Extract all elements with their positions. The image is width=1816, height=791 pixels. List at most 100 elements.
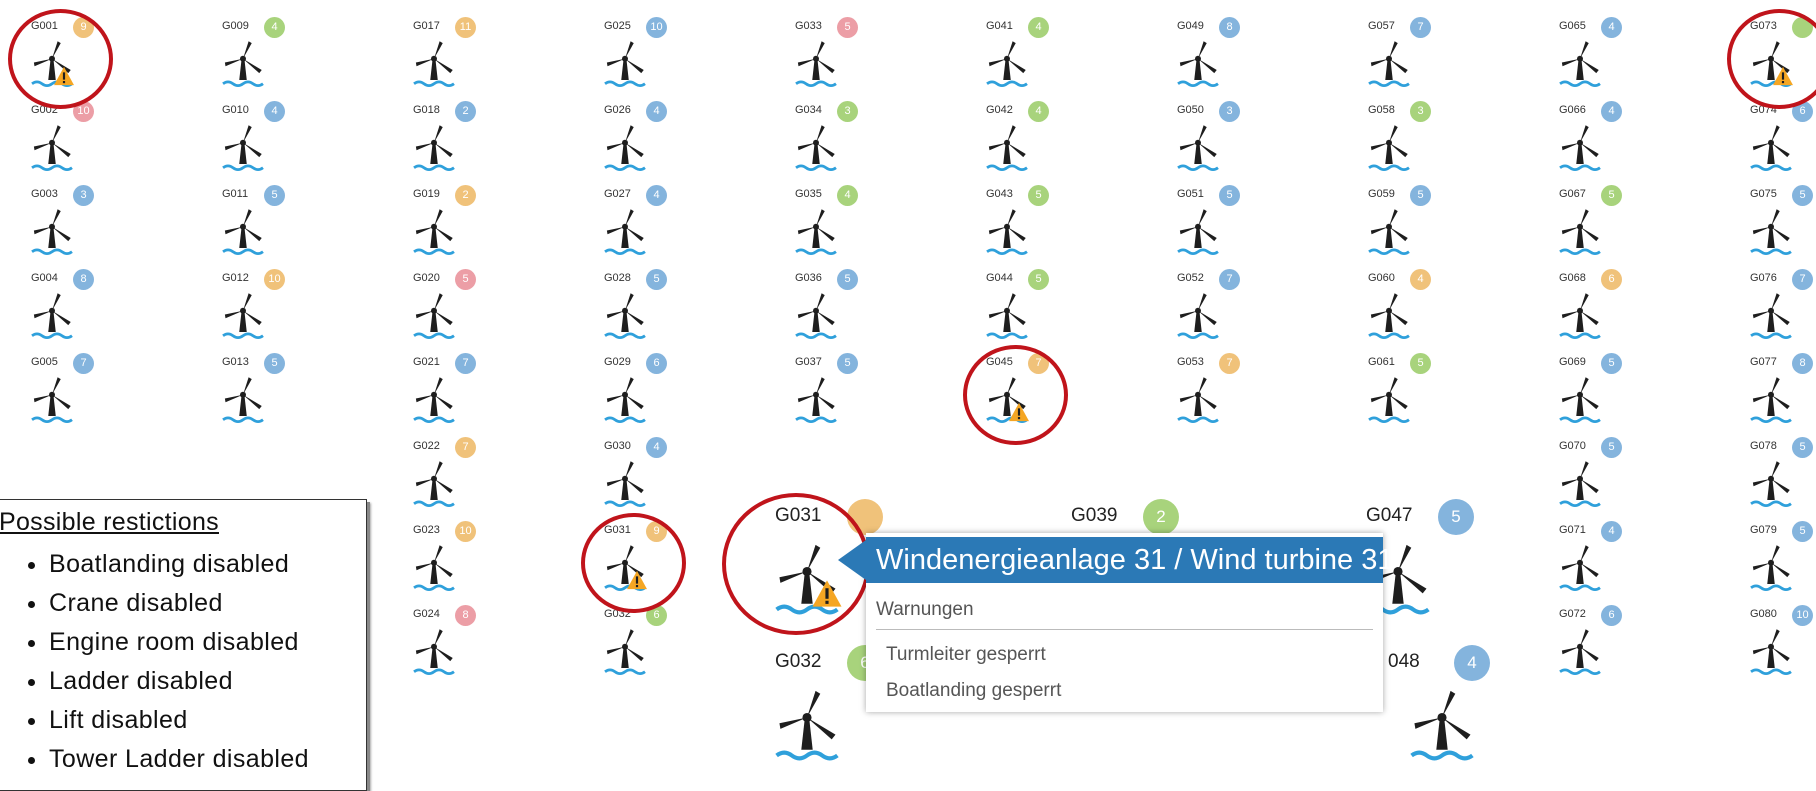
- turbine-g065[interactable]: G065 4: [1559, 17, 1679, 110]
- turbine-g028[interactable]: G028 5: [604, 269, 724, 362]
- turbine-g033[interactable]: G033 5: [795, 17, 915, 110]
- turbine-g043[interactable]: G043 5: [986, 185, 1106, 278]
- turbine-label: G019: [413, 188, 440, 200]
- turbine-label: G028: [604, 272, 631, 284]
- turbine-g051[interactable]: G051 5: [1177, 185, 1297, 278]
- popup-title: Windenergieanlage 31 / Wind turbine 31: [866, 537, 1394, 583]
- turbine-g029[interactable]: G029 6: [604, 353, 724, 446]
- alert-count-badge: 4: [1601, 17, 1622, 38]
- turbine-g002[interactable]: G002 10: [31, 101, 151, 194]
- alert-count-badge: 5: [264, 353, 285, 374]
- turbine-g023[interactable]: G023 10: [413, 521, 533, 614]
- turbine-g012[interactable]: G012 10: [222, 269, 342, 362]
- alert-count-badge: [1792, 17, 1813, 38]
- turbine-g041[interactable]: G041 4: [986, 17, 1106, 110]
- turbine-g069[interactable]: G069 5: [1559, 353, 1679, 446]
- turbine-g071[interactable]: G071 4: [1559, 521, 1679, 614]
- turbine-g074[interactable]: G074 6: [1750, 101, 1816, 194]
- turbine-g010[interactable]: G010 4: [222, 101, 342, 194]
- popup-section-title: Warnungen: [876, 599, 974, 620]
- turbine-label: G029: [604, 356, 631, 368]
- turbine-g053[interactable]: G053 7: [1177, 353, 1297, 446]
- turbine-label: G010: [222, 104, 249, 116]
- turbine-g031[interactable]: G031 9: [604, 521, 724, 614]
- wind-turbine-icon: [1368, 293, 1410, 339]
- turbine-g036[interactable]: G036 5: [795, 269, 915, 362]
- alert-count-badge: 5: [1792, 185, 1813, 206]
- turbine-g003[interactable]: G003 3: [31, 185, 151, 278]
- turbine-g050[interactable]: G050 3: [1177, 101, 1297, 194]
- wind-turbine-icon: [413, 209, 455, 255]
- turbine-g067[interactable]: G067 5: [1559, 185, 1679, 278]
- turbine-g066[interactable]: G066 4: [1559, 101, 1679, 194]
- turbine-g032[interactable]: G032 6: [604, 605, 724, 698]
- turbine-g004[interactable]: G004 8: [31, 269, 151, 362]
- alert-count-badge: 2: [455, 185, 476, 206]
- turbine-g076[interactable]: G076 7: [1750, 269, 1816, 362]
- turbine-g060[interactable]: G060 4: [1368, 269, 1488, 362]
- turbine-label: G001: [31, 20, 58, 32]
- turbine-g080[interactable]: G080 10: [1750, 605, 1816, 698]
- turbine-g042[interactable]: G042 4: [986, 101, 1106, 194]
- turbine-label: G051: [1177, 188, 1204, 200]
- turbine-g061[interactable]: G061 5: [1368, 353, 1488, 446]
- turbine-g078[interactable]: G078 5: [1750, 437, 1816, 530]
- turbine-label: G059: [1368, 188, 1395, 200]
- turbine-048[interactable]: 048 4: [1388, 645, 1570, 791]
- turbine-g068[interactable]: G068 6: [1559, 269, 1679, 362]
- turbine-g020[interactable]: G020 5: [413, 269, 533, 362]
- alert-count-badge: 4: [1454, 645, 1490, 681]
- turbine-label: G030: [604, 440, 631, 452]
- turbine-g035[interactable]: G035 4: [795, 185, 915, 278]
- wind-turbine-icon: [413, 629, 455, 675]
- turbine-label: G003: [31, 188, 58, 200]
- turbine-g025[interactable]: G025 10: [604, 17, 724, 110]
- turbine-g037[interactable]: G037 5: [795, 353, 915, 446]
- turbine-label: G069: [1559, 356, 1586, 368]
- turbine-g027[interactable]: G027 4: [604, 185, 724, 278]
- turbine-g072[interactable]: G072 6: [1559, 605, 1679, 698]
- turbine-g075[interactable]: G075 5: [1750, 185, 1816, 278]
- wind-turbine-icon: [1750, 209, 1792, 255]
- alert-count-badge: 4: [646, 101, 667, 122]
- alert-count-badge: 7: [1028, 353, 1049, 374]
- turbine-g018[interactable]: G018 2: [413, 101, 533, 194]
- turbine-g005[interactable]: G005 7: [31, 353, 151, 446]
- turbine-g052[interactable]: G052 7: [1177, 269, 1297, 362]
- turbine-g058[interactable]: G058 3: [1368, 101, 1488, 194]
- turbine-g034[interactable]: G034 3: [795, 101, 915, 194]
- turbine-label: G061: [1368, 356, 1395, 368]
- turbine-g070[interactable]: G070 5: [1559, 437, 1679, 530]
- turbine-g030[interactable]: G030 4: [604, 437, 724, 530]
- turbine-g057[interactable]: G057 7: [1368, 17, 1488, 110]
- turbine-g026[interactable]: G026 4: [604, 101, 724, 194]
- turbine-g017[interactable]: G017 11: [413, 17, 533, 110]
- turbine-g011[interactable]: G011 5: [222, 185, 342, 278]
- turbine-label: G058: [1368, 104, 1395, 116]
- turbine-g059[interactable]: G059 5: [1368, 185, 1488, 278]
- alert-count-badge: 3: [837, 101, 858, 122]
- turbine-g024[interactable]: G024 8: [413, 605, 533, 698]
- turbine-g049[interactable]: G049 8: [1177, 17, 1297, 110]
- turbine-g021[interactable]: G021 7: [413, 353, 533, 446]
- turbine-g019[interactable]: G019 2: [413, 185, 533, 278]
- turbine-label: G025: [604, 20, 631, 32]
- turbine-g045[interactable]: G045 7: [986, 353, 1106, 446]
- wind-turbine-icon: [604, 377, 646, 423]
- turbine-g013[interactable]: G013 5: [222, 353, 342, 446]
- wind-turbine-icon: [1177, 209, 1219, 255]
- turbine-g079[interactable]: G079 5: [1750, 521, 1816, 614]
- turbine-g077[interactable]: G077 8: [1750, 353, 1816, 446]
- alert-count-badge: 5: [1601, 353, 1622, 374]
- alert-count-badge: 10: [455, 521, 476, 542]
- turbine-g022[interactable]: G022 7: [413, 437, 533, 530]
- turbine-label: G032: [775, 651, 822, 672]
- warning-item[interactable]: Turmleiter gesperrt: [876, 637, 1061, 673]
- turbine-g073[interactable]: G073: [1750, 17, 1816, 110]
- alert-count-badge: 4: [646, 437, 667, 458]
- turbine-label: G002: [31, 104, 58, 116]
- turbine-g009[interactable]: G009 4: [222, 17, 342, 110]
- turbine-g044[interactable]: G044 5: [986, 269, 1106, 362]
- turbine-g001[interactable]: G001 9: [31, 17, 151, 110]
- warning-item[interactable]: Boatlanding gesperrt: [876, 673, 1061, 709]
